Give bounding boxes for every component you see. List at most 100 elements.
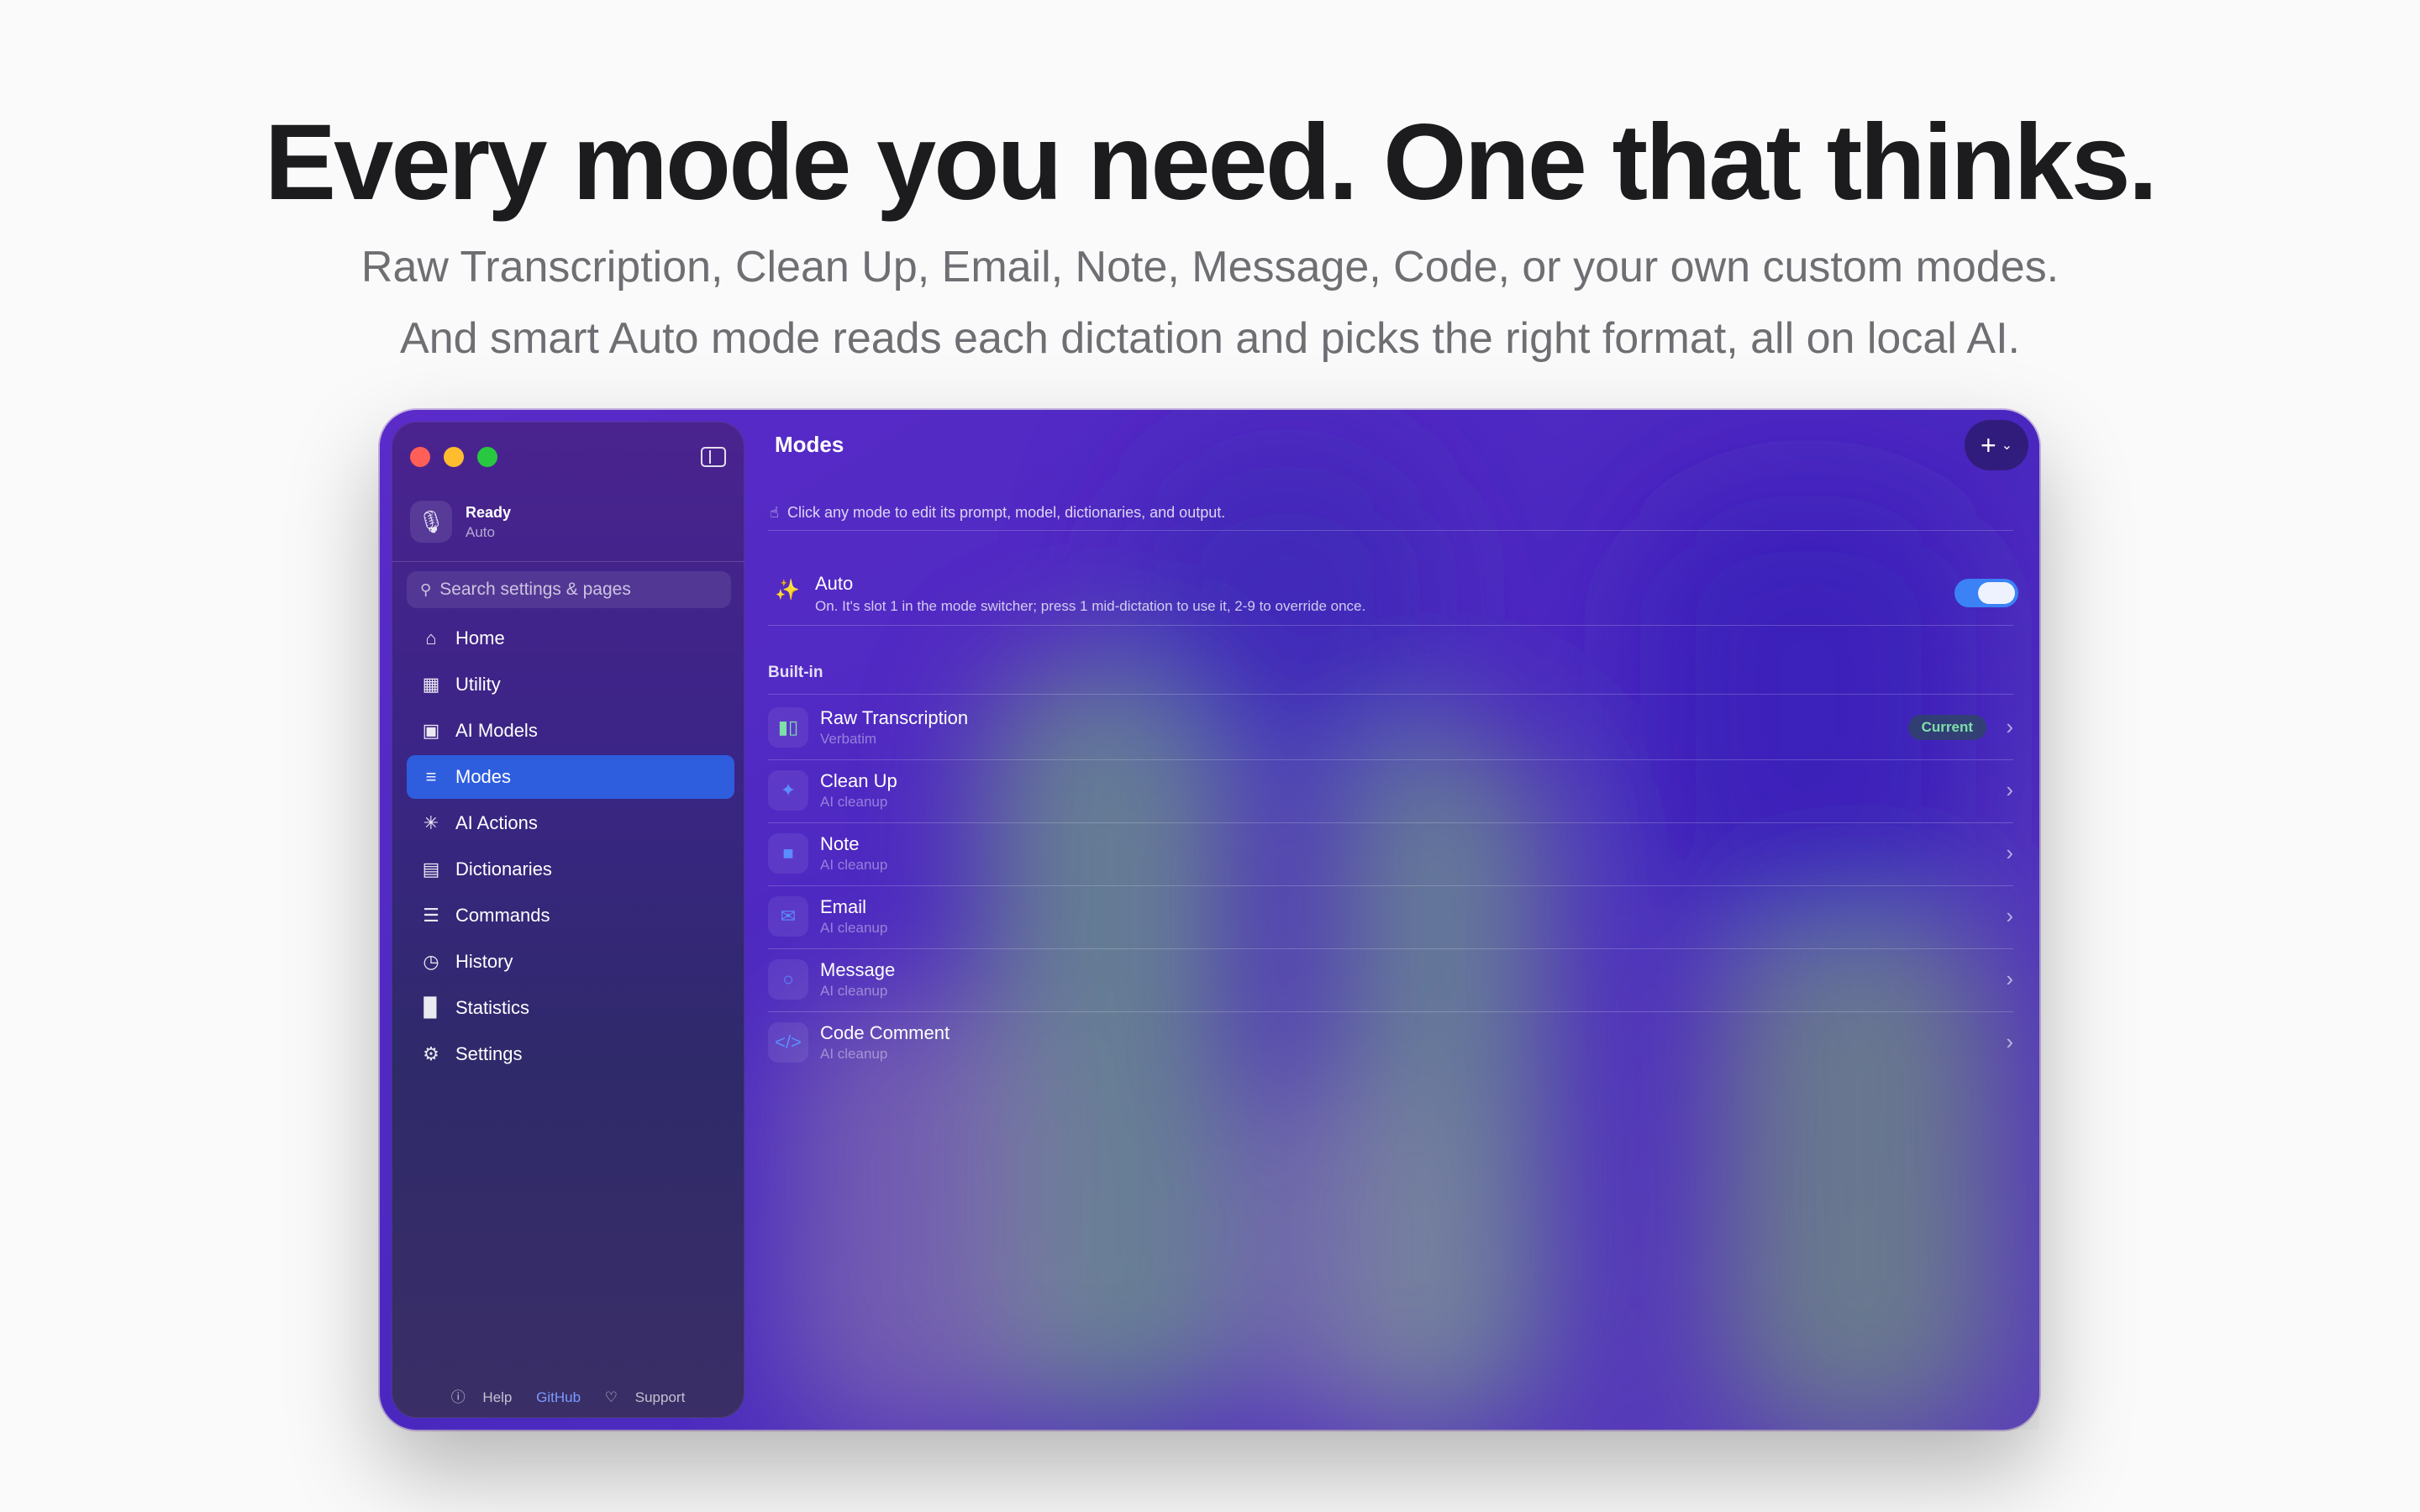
close-window-button[interactable] [410,447,430,467]
sidebar-item-label: Modes [455,766,512,787]
mode-name: Message [820,959,896,980]
mode-name: Raw Transcription [820,707,969,728]
clock-icon: ◷ [423,951,439,972]
code-icon: </> [768,1022,808,1063]
mode-subtitle: AI cleanup [820,794,888,810]
mode-row-raw-transcription[interactable]: ▮▯ Raw Transcription Verbatim Current › [768,697,2013,759]
mode-name: Clean Up [820,770,897,791]
mode-subtitle: Verbatim [820,731,877,747]
sidebar-footer: ⓘ Help GitHub ♡ Support [392,1385,744,1406]
search-icon: ⚲ [420,580,432,598]
sidebar-item-commands[interactable]: ☰ Commands [407,894,734,937]
sidebar: 🎙 Ready Auto ⚲ Search settings & pages ⌂… [392,422,744,1418]
hero-title: Every mode you need. One that thinks. [264,102,2158,223]
wand-icon: ✨ [775,579,800,601]
mode-subtitle: AI cleanup [820,857,888,873]
plus-icon: + [1980,429,1996,460]
sidebar-item-history[interactable]: ◷ History [407,940,734,984]
hint-text: ☝ Click any mode to edit its prompt, mode… [770,504,1225,522]
zoom-window-button[interactable] [477,447,497,467]
sparkle-icon: ✦ [768,770,808,811]
divider [768,625,2013,626]
sidebar-item-label: Statistics [455,997,530,1018]
sidebar-item-modes[interactable]: ≡ Modes [407,755,734,799]
book-icon: ▤ [422,858,440,879]
sidebar-item-label: Dictionaries [455,858,552,879]
auto-mode-description: On. It's slot 1 in the mode switcher; pr… [815,598,1366,614]
auto-mode-toggle[interactable] [1954,579,2018,607]
help-link[interactable]: ⓘ Help [445,1389,519,1405]
mode-subtitle: AI cleanup [820,983,888,999]
mode-row-clean-up[interactable]: ✦ Clean Up AI cleanup › [768,760,2013,822]
sidebar-item-statistics[interactable]: ▉ Statistics [407,986,734,1030]
grid-icon: ▦ [422,674,440,695]
sidebar-item-label: Settings [455,1043,523,1064]
gear-icon: ⚙ [423,1043,439,1064]
support-label: Support [634,1389,686,1405]
chevron-right-icon: › [2006,903,2013,928]
app-window: 🎙 Ready Auto ⚲ Search settings & pages ⌂… [380,410,2039,1430]
sidebar-item-settings[interactable]: ⚙ Settings [407,1032,734,1076]
minimize-window-button[interactable] [444,447,464,467]
hint-label: Click any mode to edit its prompt, model… [786,504,1226,521]
heart-icon: ♡ [604,1389,618,1405]
chevron-right-icon: › [2006,966,2013,991]
sidebar-item-label: Commands [455,905,550,926]
add-mode-button[interactable]: + ⌄ [1965,420,2028,470]
chip-icon: ▣ [422,720,440,741]
sidebar-item-ai-actions[interactable]: ✳ AI Actions [407,801,734,845]
section-label-built-in: Built-in [768,664,823,681]
mode-row-message[interactable]: ○ Message AI cleanup › [768,949,2013,1011]
sidebar-item-label: Utility [455,674,501,695]
mode-name: Note [820,833,860,854]
chevron-right-icon: › [2006,1029,2013,1054]
toggle-sidebar-icon[interactable] [701,447,726,467]
sidebar-item-dictionaries[interactable]: ▤ Dictionaries [407,848,734,891]
waveform-icon: ▮▯ [768,707,808,748]
hero-subtitle-line-1: Raw Transcription, Clean Up, Email, Note… [360,243,2060,291]
bar-chart-icon: ▉ [424,997,439,1018]
search-input[interactable]: ⚲ Search settings & pages [407,571,731,608]
question-icon: ⓘ [450,1389,466,1405]
mode-name: Code Comment [820,1022,950,1043]
help-label: Help [482,1389,513,1405]
mode-name: Email [820,896,867,917]
status-mode: Auto [466,524,495,540]
page-title: Modes [775,432,844,457]
divider [768,694,2013,695]
sidebar-item-label: AI Models [455,720,538,741]
divider [768,530,2013,531]
sidebar-divider [392,561,744,562]
github-link[interactable]: GitHub [536,1389,581,1405]
support-link[interactable]: ♡ Support [598,1389,692,1405]
search-placeholder: Search settings & pages [439,580,631,599]
mode-subtitle: AI cleanup [820,1046,888,1062]
mode-subtitle: AI cleanup [820,920,888,936]
sidebar-item-home[interactable]: ⌂ Home [407,617,734,660]
current-badge: Current [1907,715,1986,740]
mode-row-note[interactable]: ■ Note AI cleanup › [768,823,2013,885]
toggle-knob [1978,582,2015,604]
envelope-icon: ✉ [768,896,808,937]
microphone-icon: 🎙 [410,501,452,543]
sidebar-item-label: History [455,951,513,972]
chevron-down-icon: ⌄ [2001,438,2013,453]
sidebar-item-label: AI Actions [455,812,538,833]
sidebar-item-utility[interactable]: ▦ Utility [407,663,734,706]
list-icon: ☰ [423,905,439,926]
hero-subtitle-line-2: And smart Auto mode reads each dictation… [400,314,2020,363]
chevron-right-icon: › [2006,714,2013,739]
note-icon: ■ [768,833,808,874]
status-label: Ready [466,504,512,521]
chat-bubble-icon: ○ [768,959,808,1000]
dictation-status[interactable]: 🎙 Ready Auto [410,497,729,548]
mode-row-email[interactable]: ✉ Email AI cleanup › [768,886,2013,948]
auto-mode-title: Auto [815,573,854,594]
sidebar-item-label: Home [455,627,505,648]
mode-row-code-comment[interactable]: </> Code Comment AI cleanup › [768,1012,2013,1074]
sparkle-icon: ✳ [423,812,439,833]
chevron-right-icon: › [2006,840,2013,865]
sidebar-item-ai-models[interactable]: ▣ AI Models [407,709,734,753]
chevron-right-icon: › [2006,777,2013,802]
house-icon: ⌂ [425,627,437,648]
